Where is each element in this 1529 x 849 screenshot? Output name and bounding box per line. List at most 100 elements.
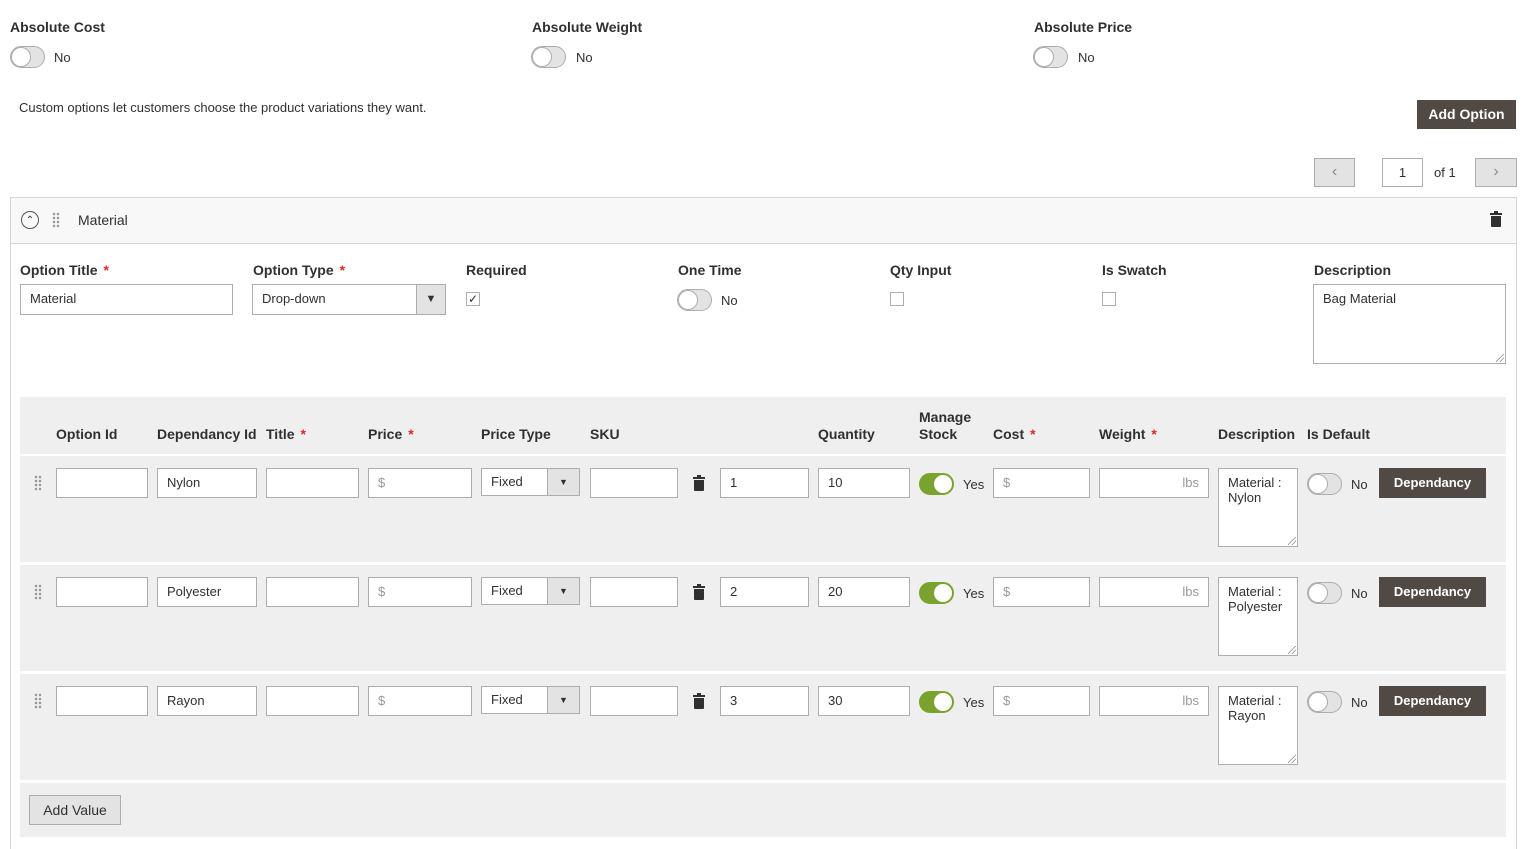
drag-handle-icon[interactable]	[52, 212, 60, 228]
row-drag-handle-icon[interactable]	[34, 475, 42, 491]
chevron-left-icon: ‹	[1331, 163, 1338, 180]
weight-input[interactable]: lbs	[1099, 468, 1209, 498]
quantity-input[interactable]: 20	[818, 577, 910, 607]
manage-stock-toggle[interactable]	[919, 582, 954, 604]
price-input[interactable]: $	[368, 468, 472, 498]
option-id-input[interactable]	[56, 468, 148, 498]
resize-handle-icon[interactable]	[1288, 646, 1296, 654]
price-input[interactable]: $	[368, 577, 472, 607]
value-description-textarea[interactable]: Material : Rayon	[1218, 686, 1298, 765]
one-time-toggle[interactable]	[677, 289, 712, 311]
is-default-state: No	[1351, 477, 1368, 492]
option-name: Material	[78, 212, 128, 228]
col-price: Price *	[368, 426, 414, 442]
dependancy-button[interactable]: Dependancy	[1379, 468, 1486, 498]
pager-prev-button[interactable]: ‹	[1314, 158, 1355, 187]
dependancy-id-input[interactable]: Rayon	[157, 686, 257, 716]
sku-input[interactable]	[590, 468, 678, 498]
collapse-icon[interactable]: ⌃	[21, 211, 39, 229]
one-time-label: One Time	[678, 262, 742, 278]
pager-next-button[interactable]: ›	[1475, 158, 1517, 187]
absolute-cost-toggle[interactable]	[10, 46, 45, 68]
col-title: Title *	[266, 426, 306, 442]
price-type-select[interactable]: Fixed ▼	[481, 468, 580, 496]
option-type-select[interactable]: Drop-down ▼	[252, 284, 446, 315]
cost-input[interactable]: $	[993, 686, 1090, 716]
is-default-toggle[interactable]	[1307, 473, 1342, 495]
weight-input[interactable]: lbs	[1099, 577, 1209, 607]
quantity-input[interactable]: 30	[818, 686, 910, 716]
qty-input-label: Qty Input	[890, 262, 952, 278]
sku-input[interactable]	[590, 686, 678, 716]
value-description-textarea[interactable]: Material : Polyester	[1218, 577, 1298, 656]
value-description-textarea[interactable]: Material : Nylon	[1218, 468, 1298, 547]
price-input[interactable]: $	[368, 686, 472, 716]
pager-total: of 1	[1434, 165, 1456, 180]
price-type-select[interactable]: Fixed ▼	[481, 577, 580, 605]
required-checkbox[interactable]: ✓	[466, 292, 480, 306]
delete-value-icon[interactable]	[693, 584, 705, 600]
pager-page-input[interactable]: 1	[1382, 158, 1423, 187]
col-cost: Cost *	[993, 426, 1036, 442]
option-description-textarea[interactable]: Bag Material	[1313, 284, 1506, 364]
delete-option-icon[interactable]	[1490, 211, 1502, 227]
is-swatch-checkbox[interactable]	[1102, 292, 1116, 306]
col-sku: SKU	[590, 426, 620, 442]
delete-value-icon[interactable]	[693, 693, 705, 709]
dependancy-button[interactable]: Dependancy	[1379, 577, 1486, 607]
resize-handle-icon[interactable]	[1496, 354, 1504, 362]
absolute-cost-state: No	[54, 50, 71, 65]
resize-handle-icon[interactable]	[1288, 755, 1296, 763]
dependancy-id-input[interactable]: Nylon	[157, 468, 257, 498]
sort-order-input[interactable]: 3	[720, 686, 809, 716]
row-drag-handle-icon[interactable]	[34, 584, 42, 600]
col-dependancy-id: Dependancy Id	[157, 426, 257, 442]
absolute-price-toggle[interactable]	[1033, 46, 1068, 68]
manage-stock-toggle[interactable]	[919, 691, 954, 713]
absolute-weight-toggle[interactable]	[531, 46, 566, 68]
is-swatch-label: Is Swatch	[1102, 262, 1167, 278]
cost-input[interactable]: $	[993, 577, 1090, 607]
option-title-label: Option Title *	[20, 262, 109, 278]
required-label: Required	[466, 262, 527, 278]
one-time-state: No	[721, 293, 738, 308]
sort-order-input[interactable]: 2	[720, 577, 809, 607]
manage-stock-state: Yes	[963, 695, 985, 710]
row-drag-handle-icon[interactable]	[34, 693, 42, 709]
value-title-input[interactable]	[266, 577, 359, 607]
sku-input[interactable]	[590, 577, 678, 607]
description-label: Description	[1314, 262, 1392, 278]
sort-order-input[interactable]: 1	[720, 468, 809, 498]
cost-input[interactable]: $	[993, 468, 1090, 498]
add-value-button[interactable]: Add Value	[29, 795, 121, 825]
quantity-input[interactable]: 10	[818, 468, 910, 498]
delete-value-icon[interactable]	[693, 475, 705, 491]
option-id-input[interactable]	[56, 686, 148, 716]
is-default-toggle[interactable]	[1307, 691, 1342, 713]
option-title-input[interactable]: Material	[20, 284, 233, 315]
dependancy-button[interactable]: Dependancy	[1379, 686, 1486, 716]
grid-footer	[20, 783, 1506, 837]
qty-input-checkbox[interactable]	[890, 292, 904, 306]
option-header	[11, 198, 1516, 244]
add-option-button[interactable]: Add Option	[1417, 100, 1516, 129]
price-type-select[interactable]: Fixed ▼	[481, 686, 580, 714]
dependancy-id-input[interactable]: Polyester	[157, 577, 257, 607]
value-title-input[interactable]	[266, 468, 359, 498]
dropdown-arrow-icon: ▼	[547, 687, 579, 713]
col-manage-stock: Manage Stock	[919, 409, 972, 442]
weight-input[interactable]: lbs	[1099, 686, 1209, 716]
option-id-input[interactable]	[56, 577, 148, 607]
dropdown-arrow-icon: ▼	[547, 469, 579, 495]
col-is-default: Is Default	[1307, 426, 1371, 442]
option-type-label: Option Type *	[253, 262, 346, 278]
manage-stock-state: Yes	[963, 586, 985, 601]
is-default-toggle[interactable]	[1307, 582, 1342, 604]
dropdown-arrow-icon: ▼	[416, 285, 445, 314]
is-default-state: No	[1351, 695, 1368, 710]
manage-stock-toggle[interactable]	[919, 473, 954, 495]
resize-handle-icon[interactable]	[1288, 537, 1296, 545]
value-title-input[interactable]	[266, 686, 359, 716]
absolute-cost-label: Absolute Cost	[10, 19, 105, 35]
col-quantity: Quantity	[818, 426, 875, 442]
